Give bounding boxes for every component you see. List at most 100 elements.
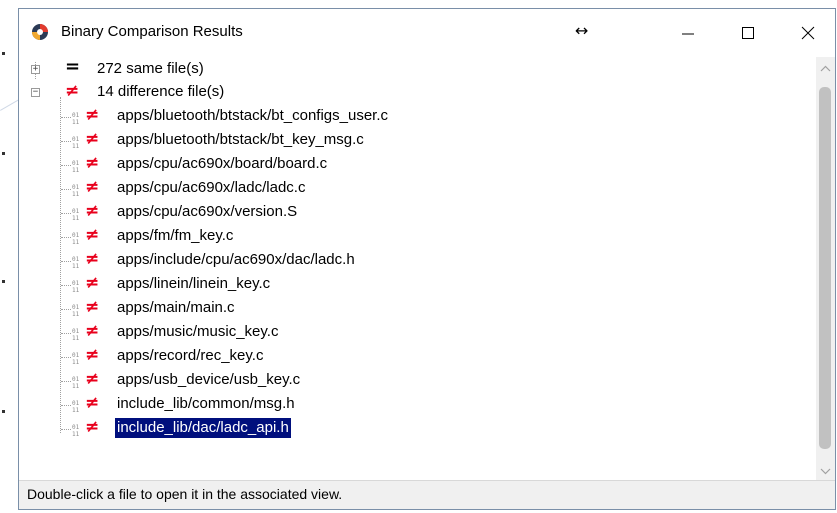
tree-line (61, 189, 71, 190)
file-row[interactable]: 01 11 ≠ apps/cpu/ac690x/ladc/ladc.c (19, 177, 815, 201)
svg-text:01: 01 (72, 352, 80, 359)
file-path: apps/cpu/ac690x/board/board.c (117, 155, 328, 172)
scroll-down-arrow-icon[interactable] (816, 463, 835, 480)
tree-line (61, 117, 71, 118)
file-row[interactable]: 01 11 ≠ apps/include/cpu/ac690x/dac/ladc.h (19, 249, 815, 273)
svg-text:01: 01 (72, 208, 80, 215)
file-path-selected: include_lib/dac/ladc_api.h (115, 418, 291, 438)
file-path: apps/bluetooth/btstack/bt_key_msg.c (117, 131, 364, 148)
tree-line (61, 213, 71, 214)
file-path: apps/fm/fm_key.c (117, 227, 234, 244)
file-row[interactable]: 01 11 ≠ apps/linein/linein_key.c (19, 273, 815, 297)
results-tree[interactable]: + = 272 same file(s) − ≠ 14 difference f… (19, 57, 835, 482)
resize-cursor-icon: ↔ (575, 21, 589, 40)
not-equal-icon: ≠ (65, 81, 80, 101)
file-row[interactable]: 01 11 ≠ apps/main/main.c (19, 297, 815, 321)
maximize-button[interactable] (719, 9, 779, 57)
binary-file-icon: 0111 (72, 400, 80, 413)
file-path: apps/record/rec_key.c (117, 347, 264, 364)
svg-text:01: 01 (72, 136, 80, 143)
background-dot (2, 280, 5, 283)
not-equal-icon: ≠ (85, 345, 100, 365)
file-row[interactable]: 01 11 ≠ apps/bluetooth/btstack/bt_configs_u… (19, 105, 815, 129)
binary-file-icon: 0111 (72, 184, 80, 197)
tree-line (61, 357, 71, 358)
collapse-minus-icon[interactable]: − (31, 88, 40, 97)
tree-line (61, 405, 71, 406)
file-row[interactable]: 01 11 ≠ apps/music/music_key.c (19, 321, 815, 345)
not-equal-icon: ≠ (85, 225, 100, 245)
tree-line (61, 237, 71, 238)
tree-group-same[interactable]: + = 272 same file(s) (19, 57, 815, 81)
not-equal-icon: ≠ (85, 273, 100, 293)
svg-text:01: 01 (72, 424, 80, 431)
expand-plus-icon[interactable]: + (31, 65, 40, 74)
scroll-up-arrow-icon[interactable] (816, 61, 835, 78)
binary-file-icon: 0111 (72, 352, 80, 365)
background-dot (2, 52, 5, 55)
binary-file-icon: 0111 (72, 424, 80, 437)
file-path: apps/usb_device/usb_key.c (117, 371, 301, 388)
binary-file-icon: 0111 (72, 280, 80, 293)
file-row[interactable]: 01 11 ≠ apps/bluetooth/btstack/bt_key_msg.c (19, 129, 815, 153)
svg-text:01: 01 (72, 184, 80, 191)
svg-text:01: 01 (72, 256, 80, 263)
svg-text:11: 11 (72, 431, 80, 437)
svg-text:11: 11 (72, 239, 80, 245)
window-title: Binary Comparison Results (61, 23, 243, 40)
svg-text:01: 01 (72, 328, 80, 335)
minimize-button[interactable] (659, 9, 719, 57)
not-equal-icon: ≠ (85, 177, 100, 197)
tree-line (61, 261, 71, 262)
file-path: apps/include/cpu/ac690x/dac/ladc.h (117, 251, 355, 268)
not-equal-icon: ≠ (85, 201, 100, 221)
file-row[interactable]: 01 11 ≠ apps/cpu/ac690x/board/board.c (19, 153, 815, 177)
not-equal-icon: ≠ (85, 153, 100, 173)
svg-text:11: 11 (72, 287, 80, 293)
file-path: apps/main/main.c (117, 299, 235, 316)
tree-line (61, 141, 71, 142)
binary-file-icon: 0111 (72, 208, 80, 221)
tree-group-label: 14 difference file(s) (97, 83, 225, 100)
vertical-scrollbar[interactable] (816, 57, 835, 482)
file-row[interactable]: 01 11 ≠ include_lib/dac/ladc_api.h (19, 417, 815, 441)
binary-comparison-window: Binary Comparison Results ↔ + = 272 same… (18, 8, 836, 510)
tree-line (61, 285, 71, 286)
svg-text:11: 11 (72, 383, 80, 389)
binary-file-icon: 0111 (72, 304, 80, 317)
svg-text:01: 01 (72, 112, 80, 119)
close-button[interactable] (779, 9, 837, 57)
svg-text:01: 01 (72, 376, 80, 383)
svg-text:01: 01 (72, 400, 80, 407)
file-row[interactable]: 01 11 ≠ include_lib/common/msg.h (19, 393, 815, 417)
status-bar: Double-click a file to open it in the as… (19, 480, 835, 509)
tree-group-difference[interactable]: − ≠ 14 difference file(s) (19, 81, 815, 105)
background-dot (2, 152, 5, 155)
title-bar[interactable]: Binary Comparison Results ↔ (19, 9, 835, 57)
svg-text:01: 01 (72, 232, 80, 239)
svg-text:11: 11 (72, 191, 80, 197)
svg-text:11: 11 (72, 263, 80, 269)
not-equal-icon: ≠ (85, 417, 100, 437)
equal-icon: = (65, 57, 81, 77)
tree-line (61, 429, 71, 430)
maximize-icon (742, 27, 754, 39)
file-row[interactable]: 01 11 ≠ apps/fm/fm_key.c (19, 225, 815, 249)
svg-text:11: 11 (72, 215, 80, 221)
svg-text:11: 11 (72, 359, 80, 365)
file-row[interactable]: 01 11 ≠ apps/record/rec_key.c (19, 345, 815, 369)
svg-text:11: 11 (72, 143, 80, 149)
file-row[interactable]: 01 11 ≠ apps/usb_device/usb_key.c (19, 369, 815, 393)
svg-text:11: 11 (72, 335, 80, 341)
tree-line (61, 333, 71, 334)
not-equal-icon: ≠ (85, 249, 100, 269)
file-path: apps/linein/linein_key.c (117, 275, 271, 292)
tree-line (61, 165, 71, 166)
file-path: apps/cpu/ac690x/version.S (117, 203, 298, 220)
file-row[interactable]: 01 11 ≠ apps/cpu/ac690x/version.S (19, 201, 815, 225)
svg-text:11: 11 (72, 311, 80, 317)
binary-file-icon: 0111 (72, 136, 80, 149)
binary-file-icon: 0111 (72, 256, 80, 269)
scrollbar-thumb[interactable] (819, 87, 831, 449)
binary-file-icon: 0111 (72, 112, 80, 125)
